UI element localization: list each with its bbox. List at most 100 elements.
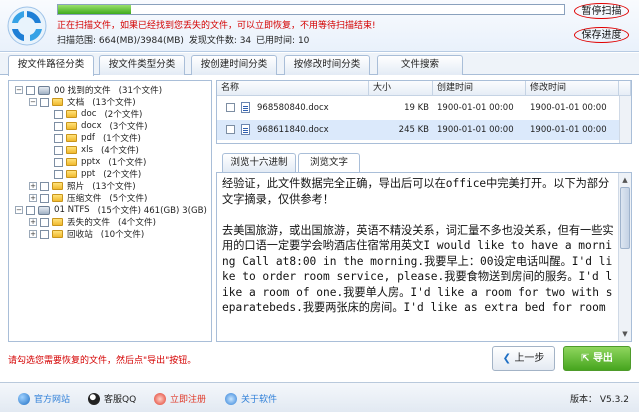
tree-checkbox[interactable] [40,97,49,107]
tree-item[interactable]: ppt (2个文件) [43,168,141,180]
about-software-link[interactable]: 关于软件 [225,392,277,405]
tree-checkbox[interactable] [54,109,63,119]
folder-icon [52,98,63,106]
tree-checkbox[interactable] [40,193,49,203]
tab-by-path[interactable]: 按文件路径分类 [8,55,94,76]
cell-modified: 1900-01-01 00:00 [530,103,607,113]
tree-item-label: 照片 [67,182,85,192]
tab-by-type[interactable]: 按文件类型分类 [99,55,185,75]
tree-item-label: docx [81,121,102,131]
tab-text-view[interactable]: 浏览文字 [298,153,360,173]
save-progress-button[interactable]: 保存进度 [574,27,629,43]
tree-checkbox[interactable] [54,133,63,143]
official-website-link[interactable]: 官方网站 [18,392,70,405]
column-header-spacer [619,81,631,96]
scan-progress-bar [57,4,565,15]
tree-expander-icon[interactable]: + [29,182,37,190]
tree-expander-icon[interactable]: + [29,194,37,202]
version-label: 版本： V5.3.2 [570,395,629,405]
info-icon [225,392,237,405]
tree-checkbox[interactable] [40,181,49,191]
support-qq-link[interactable]: 客服QQ [88,392,136,405]
scroll-up-icon[interactable]: ▲ [619,174,631,186]
preview-panel: 经验证，此文件数据完全正确，导出后可以在office中完美打开。以下为部分文字摘… [216,172,632,342]
column-header-name[interactable]: 名称 [217,81,369,96]
scan-progress-fill [58,5,132,14]
export-label: 导出 [592,353,613,364]
row-checkbox[interactable] [226,125,235,134]
about-software-label: 关于软件 [241,395,278,405]
tree-checkbox[interactable] [40,229,49,239]
tree-item-label: 丢失的文件 [67,218,110,228]
official-website-label: 官方网站 [34,395,71,405]
tree-item[interactable]: pptx (1个文件) [43,156,146,168]
elapsed-time: 已用时间: 10 [256,36,310,46]
tab-hex-view[interactable]: 浏览十六进制 [222,153,296,172]
tree-item[interactable]: − 00 找到的文件 (31个文件) [15,84,162,96]
cell-modified: 1900-01-01 00:00 [530,125,607,135]
tree-checkbox[interactable] [40,217,49,227]
previous-step-button[interactable]: ❮ 上一步 [492,346,555,371]
tree-expander-icon[interactable]: − [15,86,23,94]
tab-file-search[interactable]: 文件搜索 [377,55,463,75]
tree-item[interactable]: + 压缩文件 (5个文件) [29,192,147,204]
export-icon: ⇱ [581,353,593,364]
tree-item-count: (4个文件) [117,218,156,228]
export-hint: 请勾选您需要恢复的文件，然后点"导出"按钮。 [8,356,197,366]
tree-checkbox[interactable] [26,205,35,215]
tree-checkbox[interactable] [54,157,63,167]
category-tabs: 按文件路径分类 按文件类型分类 按创建时间分类 按修改时间分类 文件搜索 [0,53,639,76]
scroll-down-icon[interactable]: ▼ [619,328,631,340]
table-row[interactable]: 968580840.docx 19 KB 1900-01-01 00:00 1900-… [217,98,631,118]
tree-item-count: (31个文件) [118,86,163,96]
tree-expander-icon[interactable]: − [29,98,37,106]
column-header-created[interactable]: 创建时间 [433,81,526,96]
header: 正在扫描文件，如果已经找到您丢失的文件，可以立即恢复，不用等待扫描结束! 扫描范… [0,0,639,52]
tree-item[interactable]: doc (2个文件) [43,108,142,120]
tree-expander-icon[interactable]: − [15,206,23,214]
tree-item-label: doc [81,109,97,119]
footer: 官方网站 客服QQ 立即注册 关于软件 版本： V5.3.2 [0,382,639,412]
tree-item[interactable]: − 01 NTFS (15个文件) 461(GB) 3(GB) [15,204,207,216]
tree-checkbox[interactable] [54,121,63,131]
tree-item-label: pptx [81,157,101,167]
tree-item[interactable]: docx (3个文件) [43,120,148,132]
tree-expander-icon[interactable]: + [29,218,37,226]
export-button[interactable]: ⇱ 导出 [563,346,631,371]
file-table-scrollbar[interactable] [619,96,631,143]
tree-checkbox[interactable] [54,145,63,155]
tree-item-label: xls [81,145,93,155]
tree-item[interactable]: − 文档 (13个文件) [29,96,136,108]
table-row[interactable]: 968611840.docx 245 KB 1900-01-01 00:00 1900… [217,120,631,140]
preview-scroll-thumb[interactable] [620,187,630,249]
found-files-count: 发现文件数: 34 [188,36,252,46]
cell-name: 968580840.docx [257,103,329,113]
tree-expander-icon[interactable]: + [29,230,37,238]
tree-item-label: 文档 [67,98,85,108]
tree-item-label: 回收站 [67,230,93,240]
back-arrow-icon: ❮ [502,353,515,364]
tree-checkbox[interactable] [54,169,63,179]
tree-item[interactable]: xls (4个文件) [43,144,139,156]
scan-status-message: 正在扫描文件，如果已经找到您丢失的文件，可以立即恢复，不用等待扫描结束! [57,21,376,31]
register-now-link[interactable]: 立即注册 [154,392,206,405]
column-header-modified[interactable]: 修改时间 [526,81,619,96]
tree-checkbox[interactable] [26,85,35,95]
pause-scan-button[interactable]: 暂停扫描 [574,3,629,19]
tree-item[interactable]: + 照片 (13个文件) [29,180,136,192]
tree-item[interactable]: + 回收站 (10个文件) [29,228,144,240]
tab-by-modified-time[interactable]: 按修改时间分类 [284,55,370,75]
column-header-size[interactable]: 大小 [369,81,433,96]
tab-by-created-time[interactable]: 按创建时间分类 [191,55,277,75]
row-checkbox[interactable] [226,103,235,112]
tree-item-count: (3个文件) [109,122,148,132]
preview-scrollbar[interactable]: ▲ ▼ [618,173,631,341]
tree-item-count: (13个文件) [92,98,136,108]
word-document-icon [241,124,250,135]
tree-item-count: (13个文件) [92,182,136,192]
tree-item[interactable]: pdf (1个文件) [43,132,141,144]
tree-item-count: (5个文件) [109,194,148,204]
tree-item[interactable]: + 丢失的文件 (4个文件) [29,216,156,228]
previous-step-label: 上一步 [514,353,545,364]
folder-icon [52,194,63,202]
